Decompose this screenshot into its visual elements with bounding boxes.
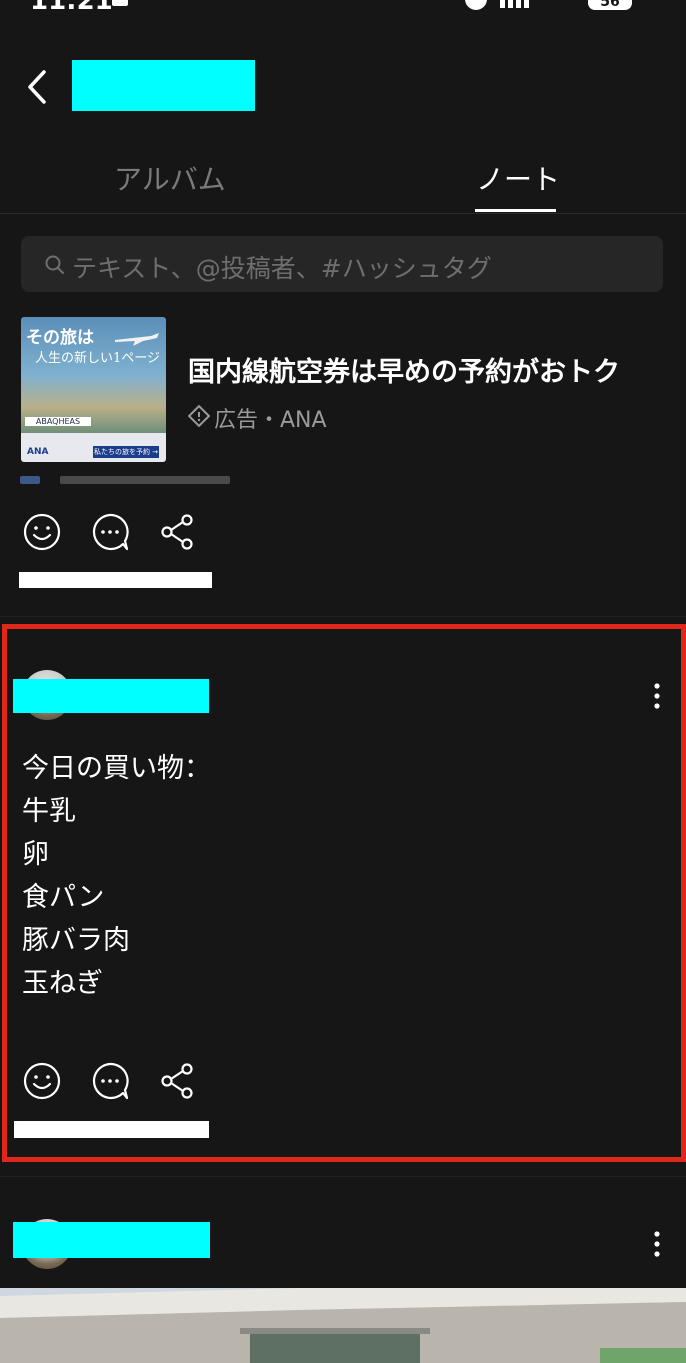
info-diamond-icon	[187, 404, 211, 428]
battery-icon: 56	[588, 0, 632, 10]
group-title-redacted	[72, 60, 255, 111]
ad-image[interactable]: その旅は 人生の新しい1ページ ABAQHEAS ANA 私たちの旅を予約 →	[21, 317, 166, 462]
share-icon[interactable]	[158, 1061, 198, 1101]
status-dot-icon	[465, 0, 487, 10]
more-vertical-icon[interactable]	[653, 1230, 661, 1258]
post-text-line: 卵	[22, 839, 49, 870]
reaction-summary-redacted	[14, 1121, 209, 1138]
share-icon[interactable]	[158, 512, 198, 552]
tab-active-indicator	[475, 209, 556, 212]
tab-note[interactable]: ノート	[476, 158, 560, 198]
more-vertical-icon[interactable]	[653, 682, 661, 710]
clipped-text	[20, 476, 240, 486]
search-placeholder: テキスト、@投稿者、#ハッシュタグ	[72, 254, 492, 283]
ad-meta: 広告・ANA	[214, 408, 327, 433]
status-time: 11:21	[30, 0, 113, 14]
ana-logo: ANA	[27, 447, 49, 457]
post-text-line: 食パン	[22, 882, 105, 913]
ad-title[interactable]: 国内線航空券は早めの予約がおトク	[188, 350, 620, 389]
reaction-summary-redacted	[19, 572, 212, 588]
comment-icon[interactable]	[90, 512, 130, 552]
post-text-line: 豚バラ肉	[22, 925, 130, 956]
tab-album[interactable]: アルバム	[114, 158, 226, 198]
post-text-line: 牛乳	[22, 796, 76, 827]
ad-image-subtext: 人生の新しい1ページ	[35, 351, 161, 366]
ad-image-text: その旅は	[26, 328, 94, 348]
search-icon	[44, 254, 66, 276]
post-separator	[0, 616, 686, 617]
ad-image-band: ABAQHEAS	[21, 415, 166, 433]
header-divider	[0, 213, 686, 214]
post-text-line: 今日の買い物：	[22, 753, 211, 784]
comment-icon[interactable]	[90, 1061, 130, 1101]
author-name-redacted	[13, 679, 209, 713]
back-arrow-icon[interactable]	[22, 64, 62, 110]
post-photo[interactable]	[0, 1288, 686, 1363]
smiley-icon[interactable]	[22, 512, 62, 552]
post-text-line: 玉ねぎ	[22, 968, 103, 999]
status-bar: 11:21 56	[0, 0, 686, 14]
ad-image-button: 私たちの旅を予約 →	[93, 446, 159, 458]
notification-icon	[112, 0, 128, 6]
smiley-icon[interactable]	[22, 1061, 62, 1101]
author-name-redacted	[13, 1222, 210, 1258]
airplane-icon	[115, 333, 159, 346]
post-separator	[0, 1176, 686, 1177]
signal-icon	[500, 0, 530, 8]
